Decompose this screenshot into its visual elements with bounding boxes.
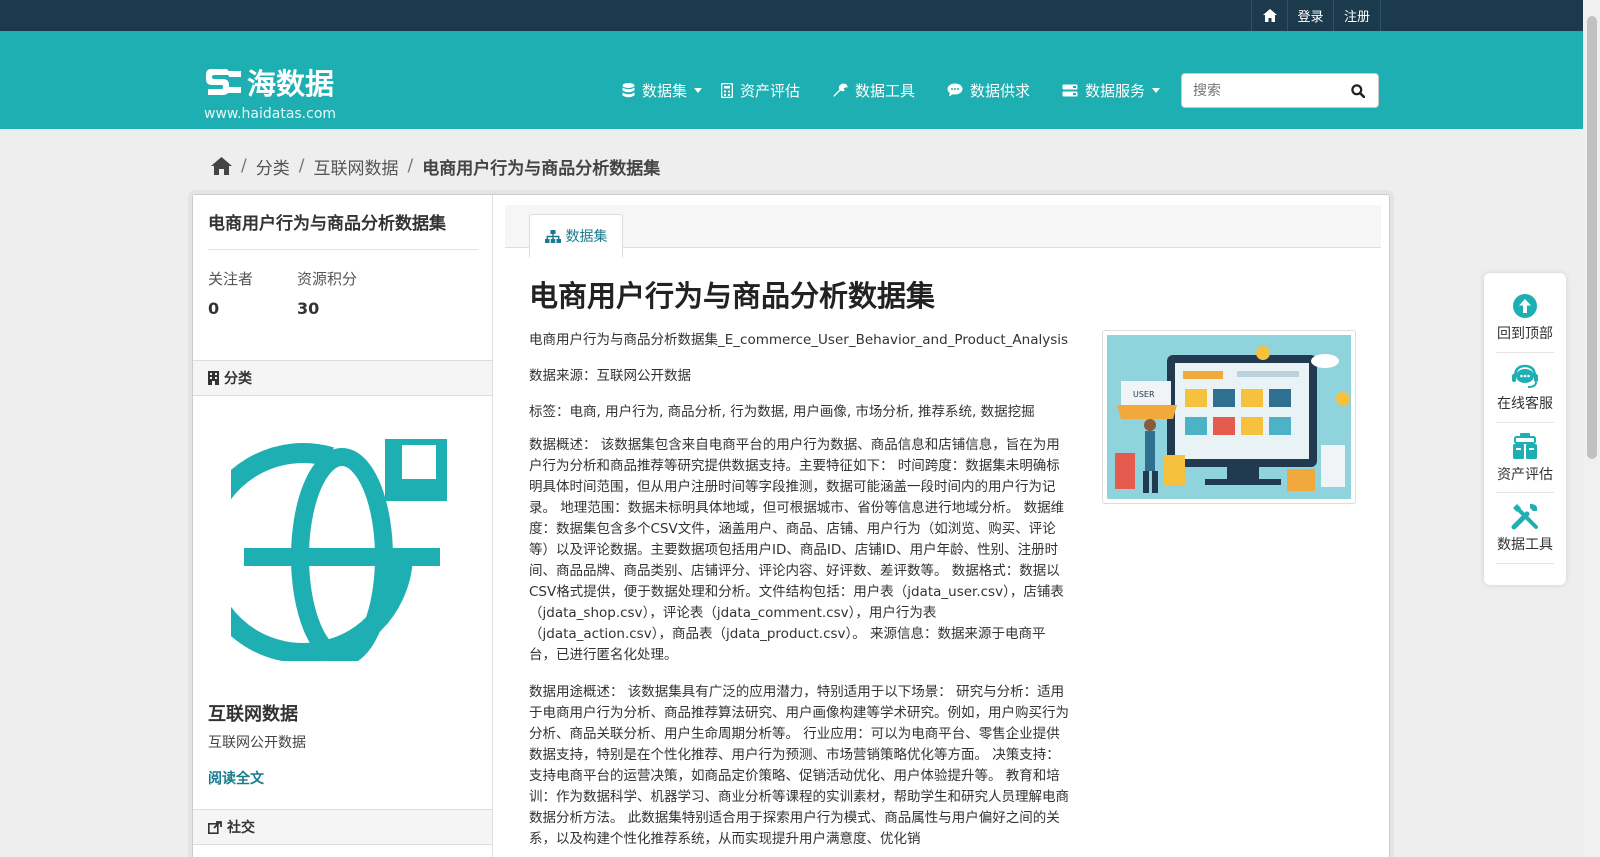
breadcrumb-separator: / <box>407 156 414 176</box>
dataset-filename: 电商用户行为与商品分析数据集_E_commerce_User_Behavior_… <box>529 332 1069 348</box>
breadcrumb: / 分类 / 互联网数据 / 电商用户行为与商品分析数据集 <box>211 153 660 179</box>
site-url: www.haidatas.com <box>204 106 337 122</box>
category-heading: 分类 <box>224 371 252 387</box>
breadcrumb-separator: / <box>241 156 247 176</box>
nav-data-services[interactable]: 数据服务 <box>1062 79 1161 101</box>
social-section-header: 社交 <box>193 809 492 845</box>
tab-dataset-label: 数据集 <box>565 229 608 245</box>
data-overview: 数据概述： 该数据集包含来自电商平台的用户行为数据、商品信息和店铺信息，旨在为用… <box>529 437 1065 663</box>
followers-label: 关注者 <box>208 270 254 288</box>
sitemap-icon <box>544 229 561 243</box>
asset-evaluation-label: 资产评估 <box>1497 467 1553 483</box>
nav-asset-evaluation[interactable]: 资产评估 <box>721 79 800 101</box>
login-link[interactable]: 登录 <box>1287 0 1333 31</box>
data-tools-button[interactable]: 数据工具 <box>1484 493 1566 563</box>
nav-data-tools[interactable]: 数据工具 <box>833 79 915 101</box>
register-link[interactable]: 注册 <box>1333 0 1381 31</box>
logo-mark-icon <box>206 69 241 95</box>
category-section-header: 分类 <box>193 360 492 396</box>
database-icon <box>622 82 635 97</box>
divider <box>1496 563 1554 564</box>
nav-data-services-label: 数据服务 <box>1085 81 1146 100</box>
search-box <box>1181 73 1379 108</box>
page-title: 电商用户行为与商品分析数据集 <box>529 279 936 313</box>
svg-text:USER: USER <box>1133 390 1155 399</box>
home-icon[interactable] <box>211 157 232 175</box>
data-source: 数据来源：互联网公开数据 <box>529 368 691 384</box>
main-wrapper: 电商用户行为与商品分析数据集 关注者 0 资源积分 30 分类 互联网数据 互联… <box>192 194 1390 857</box>
comment-icon <box>947 83 963 97</box>
building-icon <box>208 371 219 385</box>
asset-evaluation-button[interactable]: 资产评估 <box>1484 423 1566 493</box>
category-name: 互联网数据 <box>208 704 298 725</box>
breadcrumb-separator: / <box>298 156 305 176</box>
tab-bar: 数据集 <box>505 205 1381 258</box>
home-icon <box>1262 9 1277 22</box>
back-to-top-button[interactable]: 回到顶部 <box>1484 283 1566 353</box>
search-input[interactable] <box>1182 74 1338 107</box>
tools-icon <box>1511 504 1538 530</box>
sidebar: 电商用户行为与商品分析数据集 关注者 0 资源积分 30 分类 互联网数据 互联… <box>193 195 493 857</box>
nav-data-tools-label: 数据工具 <box>855 81 916 100</box>
online-support-button[interactable]: 在线客服 <box>1484 353 1566 423</box>
chevron-down-icon <box>1152 87 1161 93</box>
nav-datasets-label: 数据集 <box>642 81 688 100</box>
nav-data-supply-demand[interactable]: 数据供求 <box>947 79 1030 101</box>
home-link[interactable] <box>1251 0 1287 31</box>
globe-icon[interactable] <box>231 435 453 661</box>
site-logo[interactable]: 海数据 <box>205 61 334 103</box>
arrow-up-circle-icon <box>1513 294 1537 318</box>
dataset-tags: 标签：电商, 用户行为, 商品分析, 行为数据, 用户画像, 市场分析, 推荐系… <box>529 404 1035 420</box>
dataset-title: 电商用户行为与商品分析数据集 <box>208 209 478 250</box>
social-heading: 社交 <box>227 820 255 836</box>
chevron-down-icon <box>694 87 703 93</box>
hdd-icon <box>1062 84 1078 96</box>
nav-datasets[interactable]: 数据集 <box>622 79 703 101</box>
wrench-icon <box>833 83 848 97</box>
online-support-label: 在线客服 <box>1497 396 1553 412</box>
resource-points-value: 30 <box>297 299 320 318</box>
assessment-icon <box>1513 433 1537 459</box>
search-button[interactable] <box>1338 74 1378 107</box>
site-name: 海数据 <box>247 67 335 101</box>
dataset-thumbnail[interactable]: USER <box>1102 330 1356 504</box>
resource-points-label: 资源积分 <box>297 270 358 288</box>
share-icon <box>208 820 222 834</box>
headset-icon <box>1512 364 1538 388</box>
read-more-link[interactable]: 阅读全文 <box>208 768 264 788</box>
search-icon <box>1351 83 1365 98</box>
ecommerce-illustration-image: USER <box>1107 335 1351 499</box>
scrollbar-thumb[interactable] <box>1587 16 1597 459</box>
followers-count: 0 <box>208 299 220 318</box>
breadcrumb-current: 电商用户行为与商品分析数据集 <box>422 158 661 179</box>
data-tools-label: 数据工具 <box>1497 537 1553 553</box>
breadcrumb-internet-data[interactable]: 互联网数据 <box>313 154 398 179</box>
calculator-icon <box>721 82 733 98</box>
back-to-top-label: 回到顶部 <box>1497 326 1553 342</box>
tab-dataset[interactable]: 数据集 <box>529 214 623 258</box>
nav-data-supply-demand-label: 数据供求 <box>970 81 1031 100</box>
floating-toolbar: 回到顶部 在线客服 资产评估 数据工具 <box>1484 273 1566 585</box>
top-account-bar: 登录 注册 <box>0 0 1600 31</box>
data-usage: 数据用途概述： 该数据集具有广泛的应用潜力，特别适用于以下场景： 研究与分析：适… <box>529 684 1069 847</box>
breadcrumb-category[interactable]: 分类 <box>256 154 290 179</box>
content-area: 数据集 电商用户行为与商品分析数据集 电商用户行为与商品分析数据集_E_comm… <box>493 195 1389 857</box>
nav-asset-evaluation-label: 资产评估 <box>740 81 801 100</box>
category-description: 互联网公开数据 <box>208 735 306 751</box>
